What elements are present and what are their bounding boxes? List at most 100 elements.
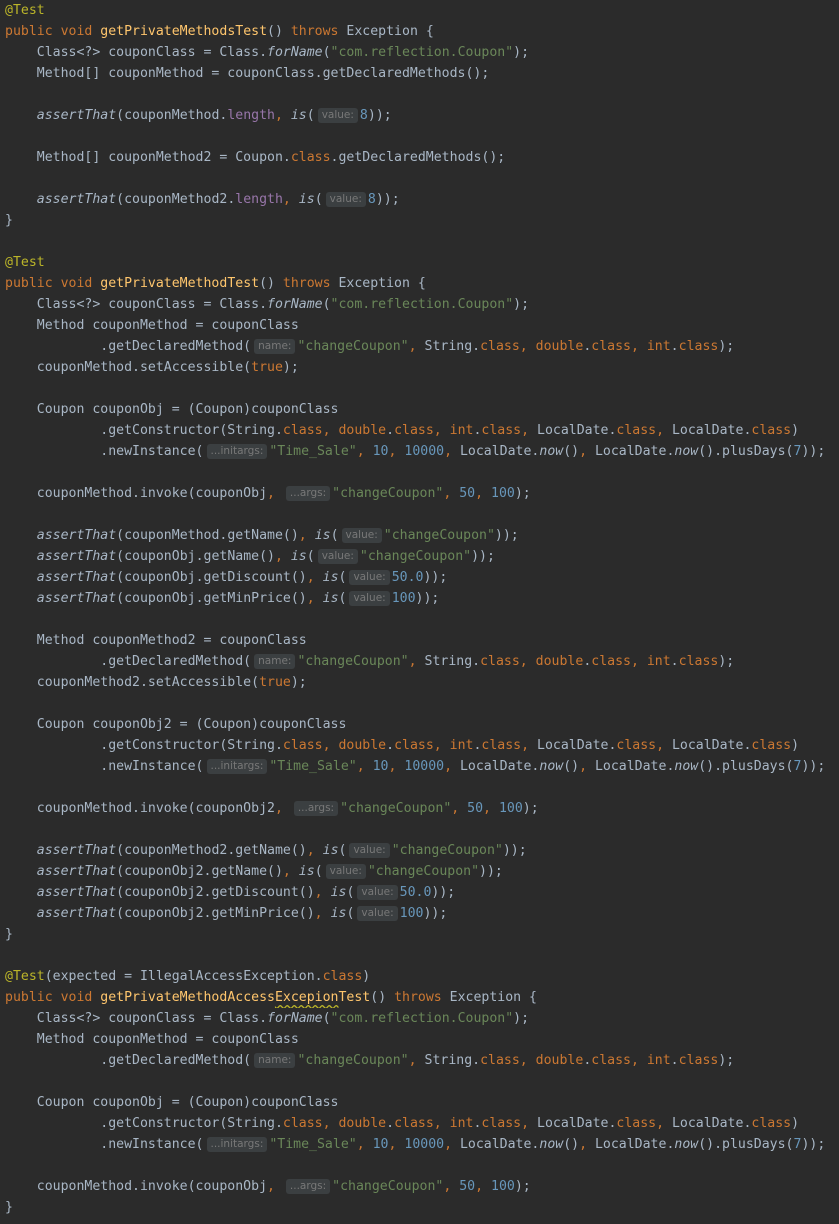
code-line[interactable]: Class<?> couponClass = Class.forName("co…: [0, 294, 839, 315]
code-line[interactable]: }: [0, 1197, 839, 1218]
code-line[interactable]: [0, 168, 839, 189]
code-line[interactable]: [0, 777, 839, 798]
static-call: forName: [267, 1011, 323, 1026]
code-line[interactable]: .getConstructor(String.class, double.cla…: [0, 735, 839, 756]
static-call: forName: [267, 45, 323, 60]
code-text: LocalDate.: [537, 738, 617, 753]
code-editor[interactable]: @Test public void getPrivateMethodsTest()…: [0, 0, 839, 1224]
keyword: throws: [394, 990, 450, 1005]
code-line[interactable]: assertThat(couponMethod.getName(), is(va…: [0, 525, 839, 546]
code-line[interactable]: assertThat(couponObj2.getName(), is(valu…: [0, 861, 839, 882]
code-line[interactable]: }: [0, 924, 839, 945]
keyword: class, int: [394, 1116, 474, 1131]
code-text: .: [670, 1053, 679, 1068]
code-line[interactable]: assertThat(couponObj.getMinPrice(), is(v…: [0, 588, 839, 609]
code-line[interactable]: assertThat(couponMethod.length, is(value…: [0, 105, 839, 126]
code-text: (: [338, 570, 347, 585]
code-line[interactable]: @Test: [0, 0, 839, 21]
code-text: LocalDate.: [459, 444, 540, 459]
code-line[interactable]: }: [0, 210, 839, 231]
keyword: class: [751, 1116, 792, 1131]
code-text: Method couponMethod = couponClass: [5, 1032, 299, 1047]
code-line[interactable]: assertThat(couponMethod2.getName(), is(v…: [0, 840, 839, 861]
code-line[interactable]: assertThat(couponObj.getDiscount(), is(v…: [0, 567, 839, 588]
code-line[interactable]: public void getPrivateMethodTest() throw…: [0, 273, 839, 294]
code-line[interactable]: Coupon couponObj = (Coupon)couponClass: [0, 399, 839, 420]
code-line[interactable]: Method couponMethod = couponClass: [0, 1029, 839, 1050]
code-line[interactable]: couponMethod.invoke(couponObj, ...args: "…: [0, 1176, 839, 1197]
code-line[interactable]: .newInstance(...initargs: "Time_Sale", 10…: [0, 1134, 839, 1155]
code-line[interactable]: [0, 378, 839, 399]
code-line[interactable]: assertThat(couponObj.getName(), is(value…: [0, 546, 839, 567]
code-line[interactable]: .getDeclaredMethod(name: "changeCoupon", …: [0, 1050, 839, 1071]
code-line[interactable]: couponMethod.invoke(couponObj, ...args: "…: [0, 483, 839, 504]
code-line[interactable]: assertThat(couponObj2.getDiscount(), is(…: [0, 882, 839, 903]
code-line[interactable]: couponMethod.setAccessible(true);: [0, 357, 839, 378]
code-line[interactable]: couponMethod.invoke(couponObj2, ...args:…: [0, 798, 839, 819]
keyword: class: [751, 423, 792, 438]
code-line[interactable]: assertThat(couponObj2.getMinPrice(), is(…: [0, 903, 839, 924]
keyword: class, int: [591, 654, 671, 669]
number-literal: 10000: [404, 1137, 445, 1152]
code-line[interactable]: couponMethod2.setAccessible(true);: [0, 672, 839, 693]
code-line[interactable]: [0, 462, 839, 483]
code-line[interactable]: [0, 1155, 839, 1176]
code-text: LocalDate.: [594, 444, 675, 459]
code-line[interactable]: Coupon couponObj2 = (Coupon)couponClass: [0, 714, 839, 735]
code-text: ));: [375, 192, 400, 207]
code-line[interactable]: Method couponMethod2 = couponClass: [0, 630, 839, 651]
code-text: }: [5, 213, 13, 228]
static-call: assertThat: [36, 843, 117, 858]
code-line[interactable]: [0, 819, 839, 840]
code-line[interactable]: [0, 126, 839, 147]
method-name: getPrivateMethodAccess: [100, 990, 275, 1005]
keyword: class: [678, 654, 719, 669]
code-text: .: [670, 339, 679, 354]
code-text: Coupon couponObj2 = (Coupon)couponClass: [5, 717, 347, 732]
code-line[interactable]: @Test: [0, 252, 839, 273]
parameter-hint: name:: [254, 1053, 296, 1068]
string-literal: "changeCoupon": [359, 549, 472, 564]
string-literal: "changeCoupon": [367, 864, 480, 879]
code-line[interactable]: assertThat(couponMethod2.length, is(valu…: [0, 189, 839, 210]
parameter-hint: value:: [341, 528, 382, 543]
code-line[interactable]: Method[] couponMethod = couponClass.getD…: [0, 63, 839, 84]
code-line[interactable]: [0, 84, 839, 105]
code-text: (): [370, 990, 395, 1005]
code-line[interactable]: .newInstance(...initargs: "Time_Sale", 10…: [0, 441, 839, 462]
code-line[interactable]: [0, 231, 839, 252]
code-text: ));: [494, 528, 519, 543]
code-line[interactable]: @Test(expected = IllegalAccessException.…: [0, 966, 839, 987]
code-line[interactable]: [0, 504, 839, 525]
code-text: );: [282, 360, 299, 375]
code-line[interactable]: .newInstance(...initargs: "Time_Sale", 10…: [0, 756, 839, 777]
static-call: assertThat: [36, 549, 117, 564]
code-line[interactable]: .getDeclaredMethod(name: "changeCoupon", …: [0, 651, 839, 672]
code-line[interactable]: .getConstructor(String.class, double.cla…: [0, 1113, 839, 1134]
keyword: ,: [306, 591, 323, 606]
code-text: (expected = IllegalAccessException.: [44, 969, 323, 984]
number-literal: 8: [359, 108, 368, 123]
code-text: LocalDate.: [671, 1116, 752, 1131]
code-line[interactable]: public void getPrivateMethodAccessExcepi…: [0, 987, 839, 1008]
code-line[interactable]: public void getPrivateMethodsTest() thro…: [0, 21, 839, 42]
keyword: ,: [444, 444, 460, 459]
code-text: .: [386, 738, 395, 753]
code-line[interactable]: [0, 945, 839, 966]
parameter-hint: value:: [349, 843, 390, 858]
keyword: class, int: [394, 738, 474, 753]
code-line[interactable]: [0, 1071, 839, 1092]
code-line[interactable]: [0, 693, 839, 714]
code-line[interactable]: Coupon couponObj = (Coupon)couponClass: [0, 1092, 839, 1113]
code-line[interactable]: .getDeclaredMethod(name: "changeCoupon", …: [0, 336, 839, 357]
code-text: ().plusDays(: [698, 1137, 794, 1152]
code-line[interactable]: .getConstructor(String.class, double.cla…: [0, 420, 839, 441]
code-line[interactable]: Class<?> couponClass = Class.forName("co…: [0, 1008, 839, 1029]
number-literal: 50: [459, 1179, 476, 1194]
code-line[interactable]: [0, 609, 839, 630]
code-line[interactable]: Class<?> couponClass = Class.forName("co…: [0, 42, 839, 63]
keyword: class,: [616, 1116, 672, 1131]
code-line[interactable]: Method[] couponMethod2 = Coupon.class.ge…: [0, 147, 839, 168]
code-line[interactable]: Method couponMethod = couponClass: [0, 315, 839, 336]
